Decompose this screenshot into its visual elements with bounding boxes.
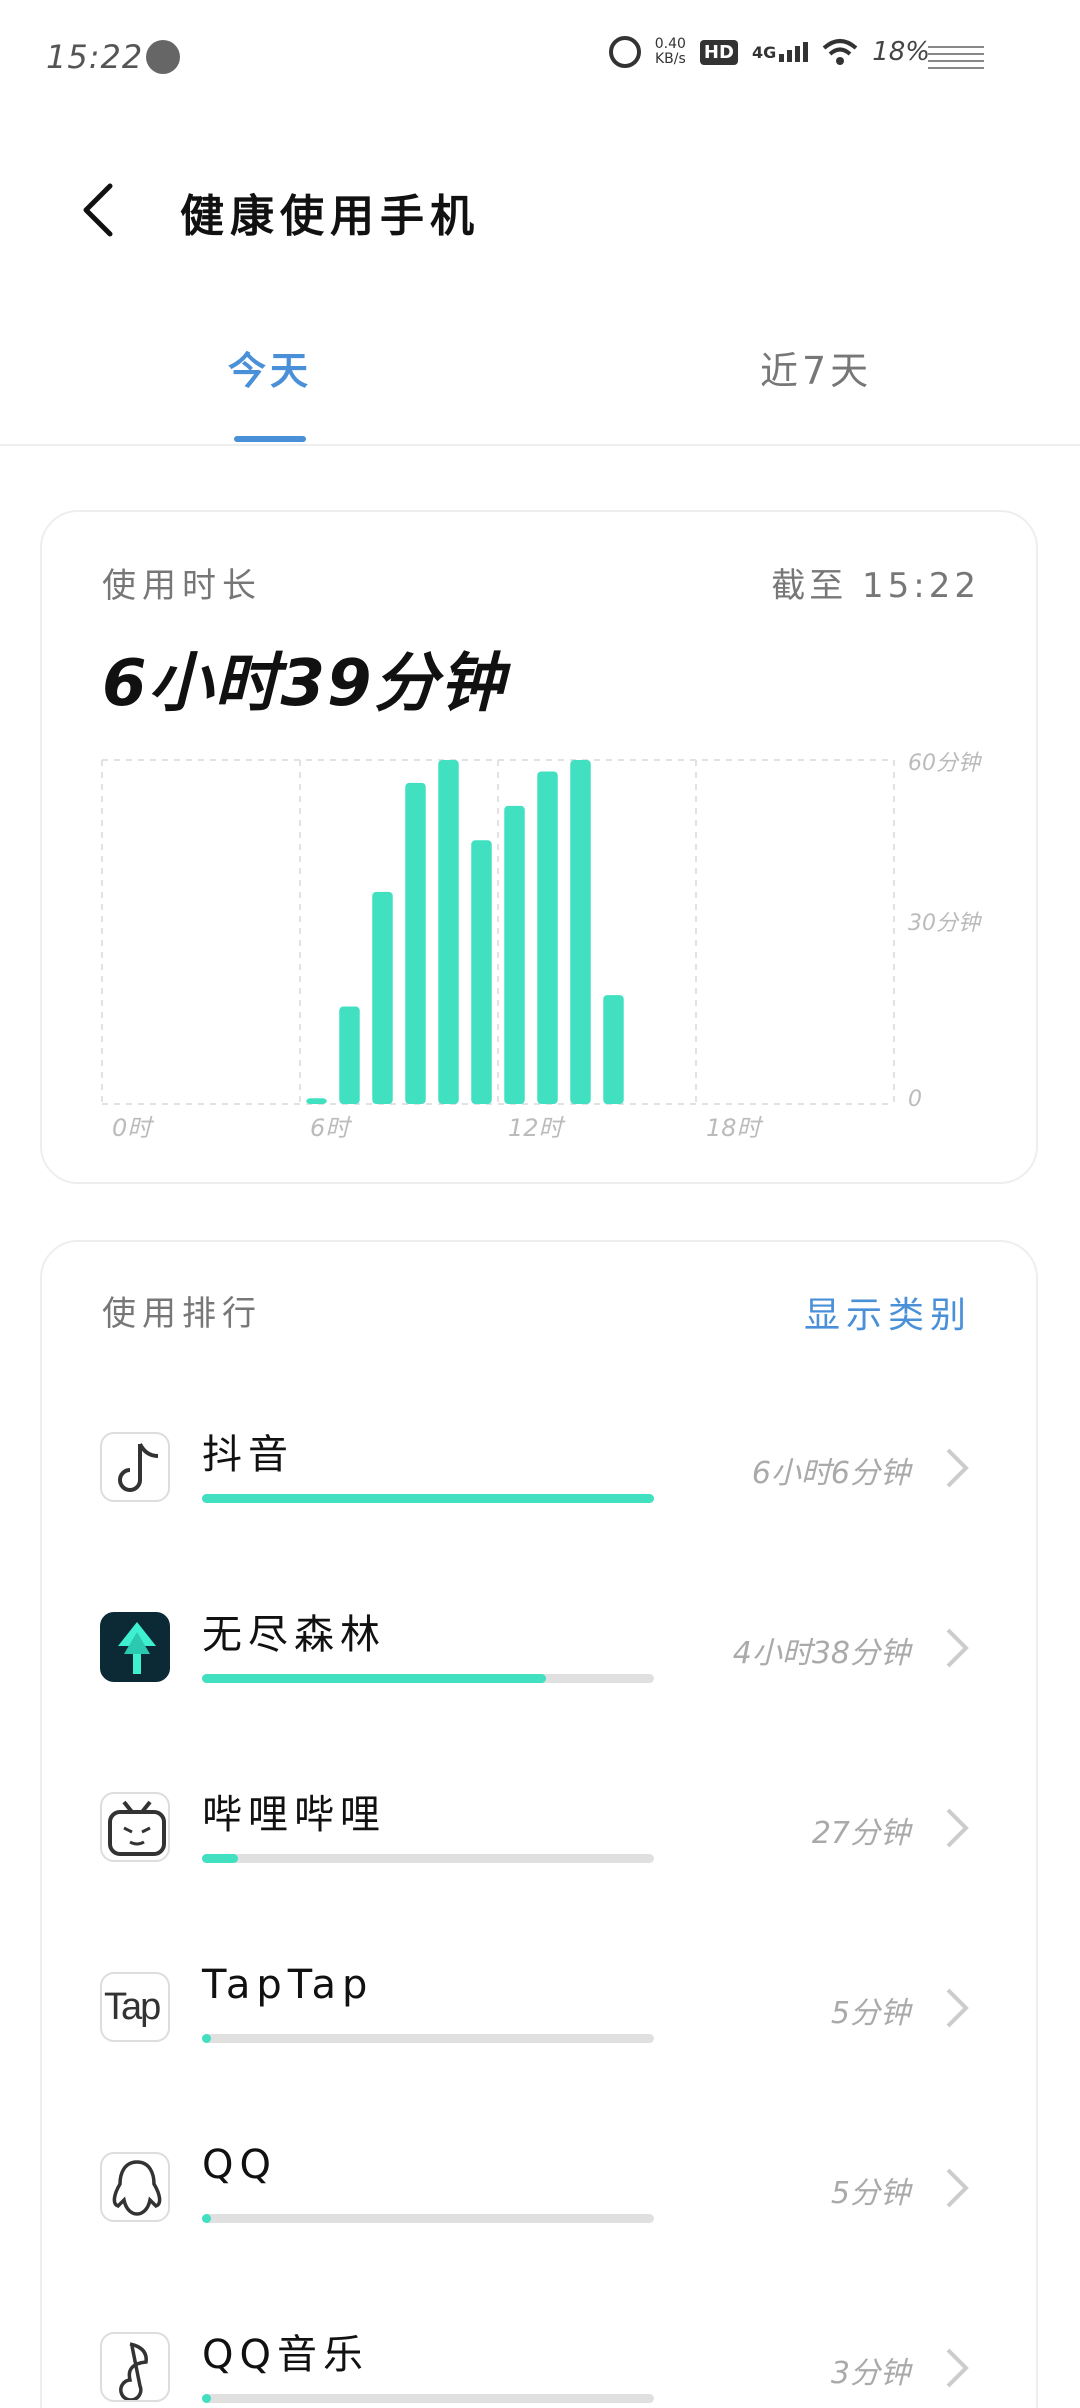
app-duration: 5分钟 [830, 2176, 910, 2211]
chart-bar [603, 995, 624, 1104]
usage-bar [202, 1674, 654, 1683]
qqmusic-icon [100, 2332, 170, 2402]
chart-bar [405, 782, 426, 1104]
app-name: QQ音乐 [202, 2332, 369, 2378]
chevron-right-icon [946, 2348, 969, 2388]
bilibili-icon [100, 1792, 170, 1862]
chevron-right-icon [946, 1988, 969, 2028]
app-name: TapTap [202, 1962, 374, 2008]
tab-today[interactable]: 今天 [228, 340, 312, 395]
usage-label: 使用时长 [102, 566, 262, 606]
chart-bar [306, 1098, 327, 1104]
usage-bar-fill [202, 2034, 212, 2043]
notification-icon [146, 40, 180, 74]
app-duration: 27分钟 [811, 1816, 910, 1851]
ranking-card: 使用排行 显示类别 抖音 6小时6分钟 无尽森林 4小时38分钟 哔哩哔哩 27… [40, 1240, 1038, 2408]
chart-y-tick-label: 60分钟 [908, 751, 983, 776]
tab-bar: 今天 近7天 [0, 320, 1080, 446]
app-duration: 6小时6分钟 [751, 1456, 910, 1491]
chart-bar [471, 840, 492, 1104]
app-name: 无尽森林 [202, 1612, 386, 1658]
app-name: 哔哩哔哩 [202, 1792, 386, 1838]
net-speed-value: 0.40 [654, 36, 686, 52]
usage-as-of: 截至 15:22 [771, 566, 980, 606]
screen: 15:22 0.40 KB/s HD 4G 18% 健康使用手机 今天 近7天 … [0, 0, 1080, 2408]
chevron-right-icon [946, 1628, 969, 1668]
battery-level: 18% [872, 37, 930, 67]
usage-bar-fill [202, 1494, 654, 1503]
chart-bar [537, 771, 558, 1104]
usage-bar-fill [202, 1854, 239, 1863]
page-title: 健康使用手机 [180, 191, 480, 242]
chart-bar [372, 891, 393, 1104]
usage-bar-fill [202, 1674, 546, 1683]
app-row-qqmusic[interactable]: QQ音乐 3分钟 [42, 2312, 1040, 2408]
usage-bar [202, 2034, 654, 2043]
wifi-icon [822, 39, 858, 65]
usage-bar-fill [202, 2214, 212, 2223]
usage-bar [202, 2214, 654, 2223]
app-row-forest[interactable]: 无尽森林 4小时38分钟 [42, 1592, 1040, 1722]
taptap-icon: Tap [100, 1972, 170, 2042]
app-duration: 5分钟 [830, 1996, 910, 2031]
usage-bar [202, 1854, 654, 1863]
taptap-icon-text: Tap [104, 1986, 161, 2028]
usage-chart: 0时 6时 12时 18时 60分钟 30分钟 0 [101, 751, 983, 1142]
chevron-right-icon [946, 1448, 969, 1488]
chevron-right-icon [946, 2168, 969, 2208]
network-type: 4G [751, 43, 777, 62]
net-speed-unit: KB/s [654, 51, 686, 67]
hd-icon: HD [699, 39, 738, 65]
chart-y-tick-label: 0 [908, 1087, 922, 1112]
app-row-douyin[interactable]: 抖音 6小时6分钟 [42, 1412, 1040, 1542]
douyin-icon [100, 1432, 170, 1502]
status-bar: 15:22 0.40 KB/s HD 4G 18% [0, 0, 1080, 120]
app-name: 抖音 [202, 1432, 294, 1478]
usage-bar [202, 1494, 654, 1503]
signal-icon: 4G [751, 42, 809, 62]
chart-x-tick-label: 6时 [310, 1114, 352, 1142]
app-duration: 4小时38分钟 [732, 1636, 910, 1671]
app-duration: 3分钟 [830, 2356, 910, 2391]
usage-total: 6小时39分钟 [102, 647, 506, 721]
tab-last-7-days[interactable]: 近7天 [760, 340, 872, 395]
show-category-button[interactable]: 显示类别 [804, 1286, 972, 1338]
battery-icon [928, 46, 984, 74]
app-row-taptap[interactable]: Tap TapTap 5分钟 [42, 1952, 1040, 2082]
qq-icon [100, 2152, 170, 2222]
chart-bar [438, 760, 459, 1104]
usage-bar-fill [202, 2394, 212, 2403]
net-speed: 0.40 KB/s [655, 37, 686, 67]
chart-bar [339, 1006, 360, 1104]
status-time: 15:22 [46, 38, 144, 76]
chart-bar [570, 760, 591, 1104]
app-header: 健康使用手机 [0, 140, 1080, 280]
chevron-right-icon [946, 1808, 969, 1848]
back-icon[interactable] [70, 180, 130, 240]
forest-icon [100, 1612, 170, 1682]
chart-x-tick-label: 18时 [706, 1114, 764, 1142]
app-name: QQ [202, 2142, 277, 2188]
status-icons: 0.40 KB/s HD 4G 18% [608, 36, 930, 68]
usage-card: 使用时长 截至 15:22 6小时39分钟 0时 6时 12时 18时 60分钟 30分钟… [40, 510, 1038, 1184]
usage-bar [202, 2394, 654, 2403]
chart-x-tick-label: 12时 [508, 1114, 566, 1142]
chart-y-tick-label: 30分钟 [908, 911, 983, 936]
app-row-bilibili[interactable]: 哔哩哔哩 27分钟 [42, 1772, 1040, 1902]
chart-bar [504, 805, 525, 1104]
ranking-label: 使用排行 [102, 1294, 262, 1334]
chart-x-tick-label: 0时 [112, 1114, 154, 1142]
app-row-qq[interactable]: QQ 5分钟 [42, 2132, 1040, 2262]
tab-indicator [234, 436, 306, 442]
alarm-icon [608, 36, 641, 68]
